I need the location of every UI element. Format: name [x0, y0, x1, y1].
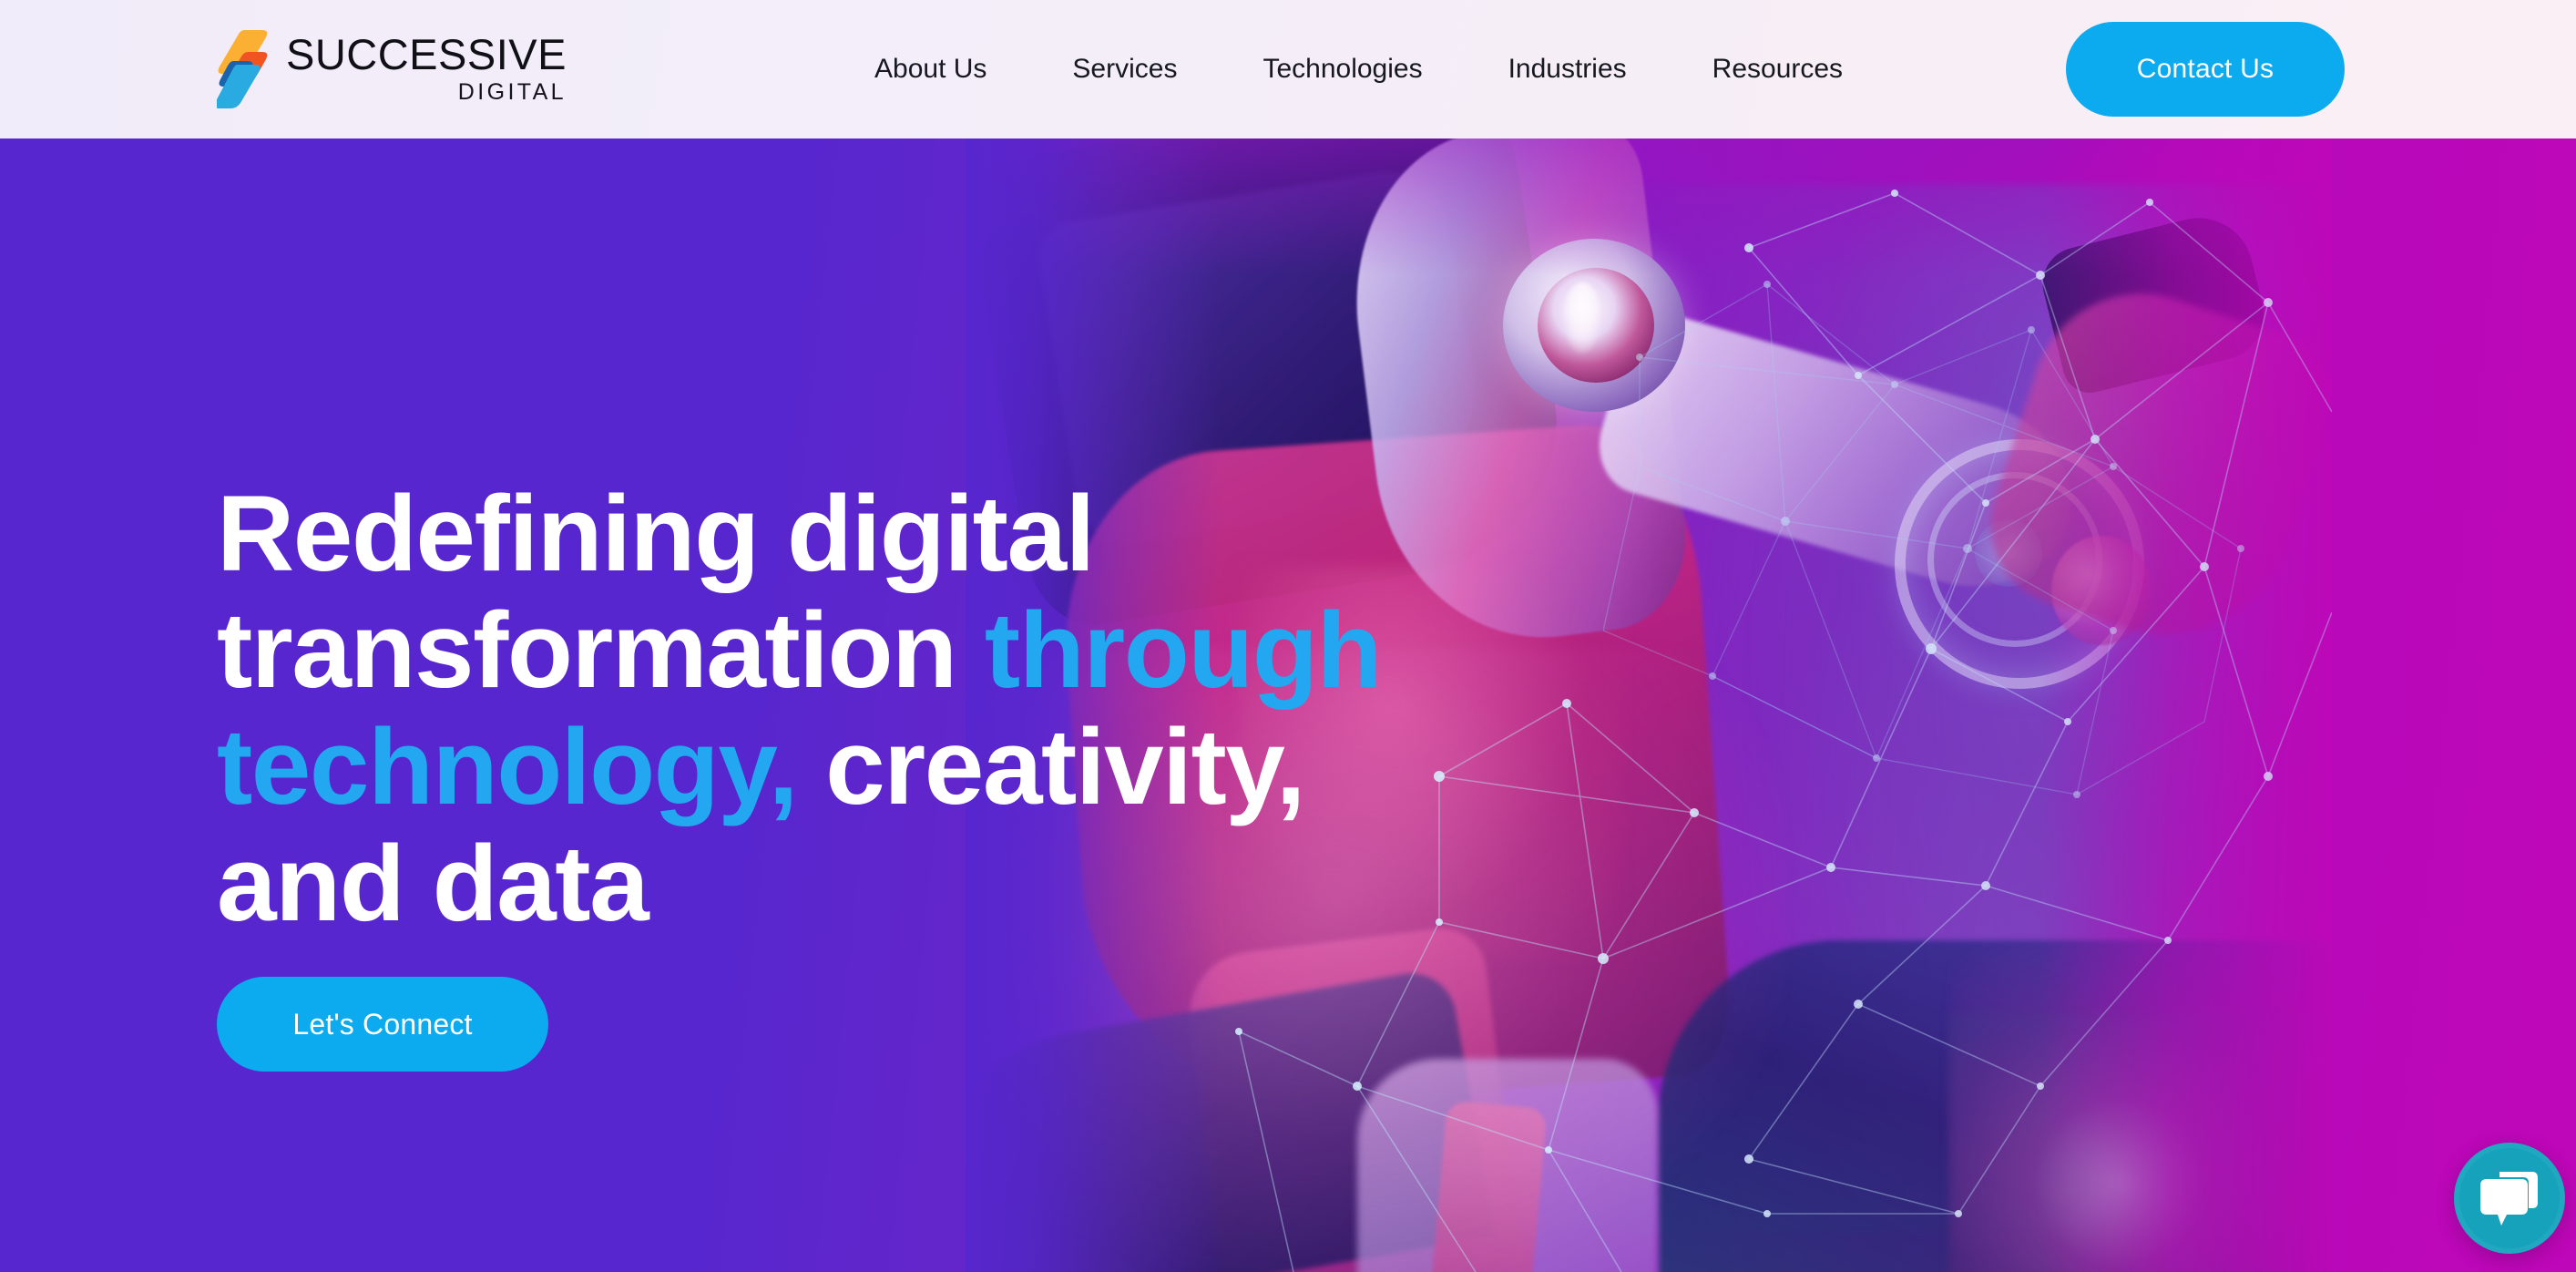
brand-name: SUCCESSIVE	[286, 30, 567, 78]
brand-subtitle: DIGITAL	[457, 79, 567, 105]
logo-wordmark: SUCCESSIVE DIGITAL	[286, 33, 567, 104]
vr-dial-highlight	[1563, 282, 1601, 354]
nav-item-services[interactable]: Services	[1072, 54, 1177, 85]
nav-item-technologies[interactable]: Technologies	[1262, 54, 1422, 85]
hero-headline: Redefining digital transformation throug…	[217, 476, 1383, 942]
chat-widget-button[interactable]	[2454, 1143, 2565, 1254]
site-header: SUCCESSIVE DIGITAL About Us Services Tec…	[0, 0, 2576, 138]
site-logo[interactable]: SUCCESSIVE DIGITAL	[214, 18, 567, 118]
hero-section: Redefining digital transformation throug…	[0, 138, 2576, 1272]
nav-item-resources[interactable]: Resources	[1712, 54, 1843, 85]
nav-item-about-us[interactable]: About Us	[874, 54, 986, 85]
photo-right-fade	[2040, 138, 2332, 1272]
primary-nav: About Us Services Technologies Industrie…	[874, 0, 1886, 138]
nav-item-industries[interactable]: Industries	[1508, 54, 1627, 85]
page-root: SUCCESSIVE DIGITAL About Us Services Tec…	[0, 0, 2576, 1272]
lets-connect-button[interactable]: Let's Connect	[217, 977, 548, 1072]
headline-part-1: Redefining digital transformation	[217, 474, 1095, 711]
contact-us-button[interactable]: Contact Us	[2066, 22, 2345, 117]
successive-chevron-logo-icon	[214, 28, 273, 108]
chat-bubbles-icon	[2479, 1170, 2540, 1226]
